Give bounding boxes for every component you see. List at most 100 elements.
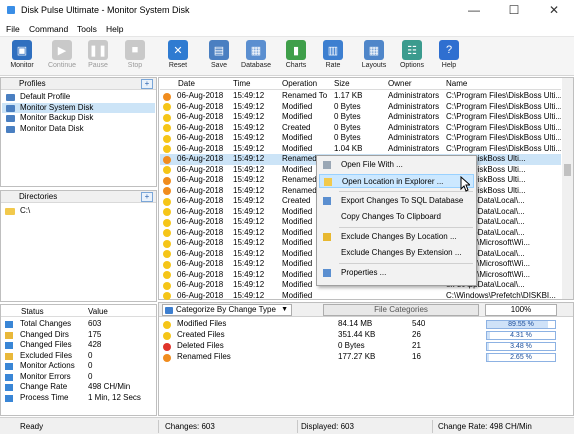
context-menu-item[interactable]: Copy Changes To Clipboard	[319, 210, 474, 224]
table-row[interactable]: 06-Aug-2018 15:49:12 Modified 0 Bytes Admini…	[160, 112, 561, 123]
stat-name: Process Time	[20, 392, 69, 402]
toolbar-stop-button[interactable]: ■ Stop	[117, 39, 153, 73]
rate-icon: ▥	[323, 40, 343, 60]
table-row[interactable]: 06-Aug-2018 15:49:12 Modified 0 Bytes Admini…	[160, 133, 561, 144]
cell-time: 15:49:12	[233, 101, 265, 111]
cell-time: 15:49:12	[233, 133, 265, 142]
profile-icon	[6, 104, 15, 112]
scrollbar-thumb[interactable]	[564, 164, 571, 176]
context-menu-item[interactable]: Export Changes To SQL Database	[319, 194, 474, 208]
col-owner[interactable]: Owner	[388, 79, 412, 88]
profile-item[interactable]: Monitor System Disk	[2, 102, 155, 113]
context-menu-label: Export Changes To SQL Database	[341, 196, 464, 205]
cell-date: 06-Aug-2018	[177, 91, 224, 100]
toolbar-rate-button[interactable]: ▥ Rate	[315, 39, 351, 73]
table-row[interactable]: 06-Aug-2018 15:49:12 Modified C:\Windows\Pr…	[160, 291, 561, 302]
stat-name: Monitor Errors	[20, 371, 71, 381]
change-status-icon	[163, 292, 171, 300]
toolbar-help-button[interactable]: ? Help	[431, 39, 467, 73]
col-operation[interactable]: Operation	[282, 79, 317, 88]
cell-date: 06-Aug-2018	[177, 217, 224, 226]
menu-help[interactable]: Help	[106, 24, 123, 34]
change-status-icon	[163, 271, 171, 279]
table-scrollbar[interactable]	[562, 78, 573, 299]
context-menu-label: Open Location in Explorer ...	[342, 176, 444, 186]
category-row[interactable]: Modified Files 84.14 MB 540 89.55 %	[160, 319, 561, 330]
category-percent-bar: 89.55 %	[486, 320, 556, 329]
toolbar-monitor-button[interactable]: ▣ Monitor	[4, 39, 40, 73]
play-icon: ▶	[52, 40, 72, 60]
context-menu-item[interactable]: Open Location in Explorer ...	[319, 173, 474, 188]
cell-name: C:\Program Files\DiskBoss Ulti...	[446, 112, 561, 121]
change-status-icon	[163, 155, 171, 164]
category-row[interactable]: Deleted Files 0 Bytes 21 3.48 %	[160, 341, 561, 352]
cell-date: 06-Aug-2018	[177, 196, 224, 205]
toolbar-save-button[interactable]: ▤ Save	[201, 39, 237, 73]
context-menu-item[interactable]: Exclude Changes By Extension ...	[319, 246, 474, 260]
maximize-button[interactable]: ☐	[494, 0, 534, 21]
cell-time: 15:49:12	[233, 122, 265, 132]
col-date[interactable]: Date	[178, 79, 195, 88]
table-row[interactable]: 06-Aug-2018 15:49:12 Modified 0 Bytes Admini…	[160, 102, 561, 113]
cell-date: 06-Aug-2018	[177, 101, 224, 111]
table-row[interactable]: 06-Aug-2018 15:49:12 Modified 1.04 KB Admini…	[160, 144, 561, 155]
category-count: 540	[412, 319, 426, 328]
cell-date: 06-Aug-2018	[177, 227, 224, 237]
toolbar-label: Database	[241, 62, 271, 69]
profile-item[interactable]: Default Profile	[2, 92, 155, 102]
context-menu-item[interactable]: Properties ...	[319, 266, 474, 280]
profile-item[interactable]: Monitor Data Disk	[2, 124, 155, 134]
toolbar-label: Stop	[127, 62, 143, 69]
menu-tools[interactable]: Tools	[77, 24, 97, 34]
cell-name: C:\Program Files\DiskBoss Ulti...	[446, 143, 561, 153]
table-row[interactable]: 06-Aug-2018 15:49:12 Created 0 Bytes Adminis…	[160, 123, 561, 134]
directory-item[interactable]: C:\	[2, 206, 155, 216]
change-status-icon	[163, 124, 171, 132]
charts-icon: ▮	[286, 40, 306, 60]
toolbar-layouts-button[interactable]: ▦ Layouts	[356, 39, 392, 73]
file-categories-button[interactable]: File Categories	[323, 304, 479, 316]
toolbar-options-button[interactable]: ☷ Options	[394, 39, 430, 73]
context-menu-item[interactable]: Open File With ...	[319, 158, 474, 172]
profile-item[interactable]: Monitor Backup Disk	[2, 113, 155, 123]
toolbar-label: Pause	[88, 62, 108, 69]
toolbar-pause-button[interactable]: ❚❚ Pause	[80, 39, 116, 73]
add-profile-button[interactable]: +	[141, 79, 153, 89]
toolbar-reset-button[interactable]: ✕ Reset	[160, 39, 196, 73]
table-row[interactable]: 06-Aug-2018 15:49:12 Renamed To 1.17 KB Admi…	[160, 91, 561, 102]
cell-op: Modified	[282, 227, 313, 237]
toolbar-charts-button[interactable]: ▮ Charts	[278, 39, 314, 73]
context-menu-item[interactable]: Exclude Changes By Location ...	[319, 230, 474, 244]
cell-op: Modified	[282, 280, 313, 289]
cell-owner: Administrators	[388, 133, 440, 142]
stat-value: 1 Min, 12 Secs	[88, 392, 141, 402]
minimize-button[interactable]: —	[454, 0, 494, 21]
col-time[interactable]: Time	[233, 79, 250, 88]
stats-header: Status Value	[1, 305, 156, 317]
change-status-icon	[163, 145, 171, 153]
category-name: Created Files	[177, 330, 225, 339]
stat-value: 428	[88, 340, 102, 349]
profile-icon	[6, 125, 15, 133]
toolbar-continue-button[interactable]: ▶ Continue	[44, 39, 80, 73]
menu-command[interactable]: Command	[29, 24, 68, 34]
cell-op: Modified	[282, 238, 313, 247]
monitor-icon: ▣	[12, 40, 32, 60]
cell-date: 06-Aug-2018	[177, 164, 224, 174]
stats-panel: Status Value Total Changes 603 Changed Dir…	[0, 304, 157, 416]
add-directory-button[interactable]: +	[141, 192, 153, 202]
col-name[interactable]: Name	[446, 79, 467, 88]
cell-time: 15:49:12	[233, 196, 265, 205]
cell-size: 0 Bytes	[334, 133, 361, 142]
category-row[interactable]: Created Files 351.44 KB 26 4.31 %	[160, 330, 561, 341]
categorize-dropdown[interactable]: Categorize By Change Type ▼	[162, 304, 292, 316]
stat-row: Excluded Files 0	[2, 351, 156, 362]
category-row[interactable]: Renamed Files 177.27 KB 16 2.65 %	[160, 352, 561, 363]
status-bar: Ready Changes: 603 Displayed: 603 Change…	[0, 417, 574, 434]
toolbar-database-button[interactable]: ▦ Database	[238, 39, 274, 73]
close-button[interactable]: ✕	[534, 0, 574, 21]
context-menu-label: Exclude Changes By Extension ...	[341, 247, 462, 257]
cell-op: Modified	[282, 269, 313, 279]
menu-file[interactable]: File	[6, 24, 20, 34]
col-size[interactable]: Size	[334, 79, 350, 88]
